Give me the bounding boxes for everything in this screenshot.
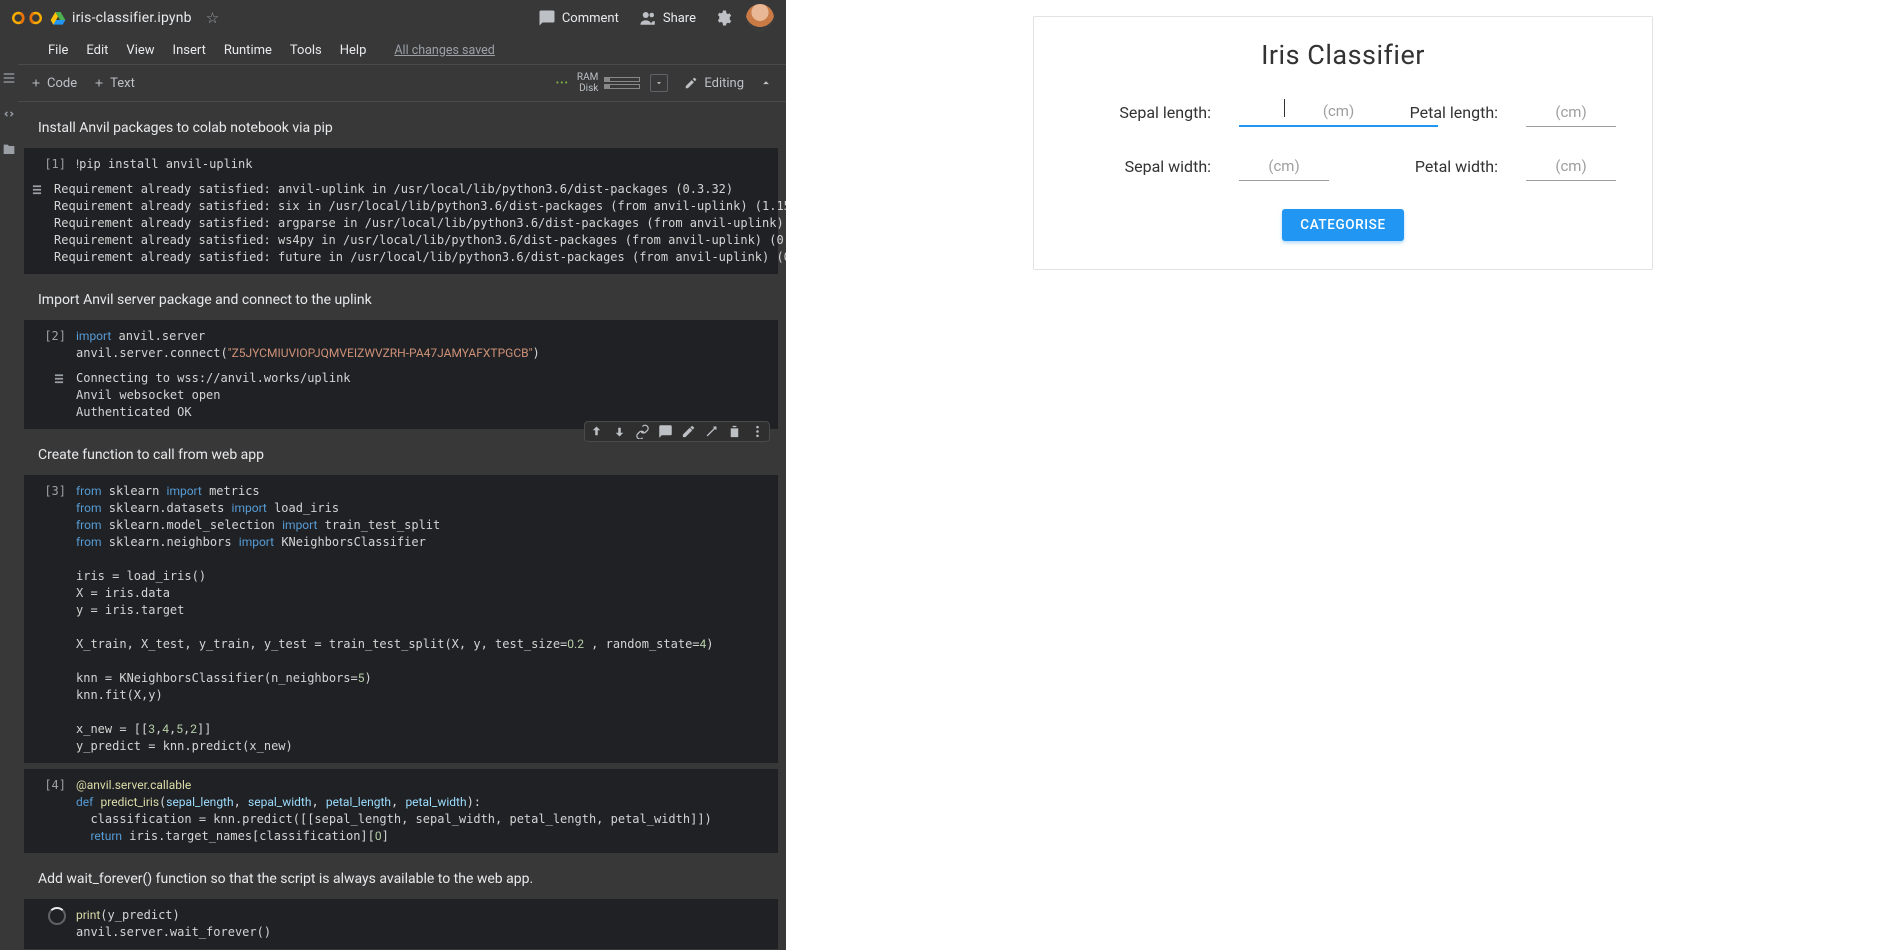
move-down-icon[interactable] xyxy=(612,424,627,439)
form-grid: Sepal length: Petal length: Sepal width:… xyxy=(1070,97,1616,181)
delete-icon[interactable] xyxy=(727,424,742,439)
menu-insert[interactable]: Insert xyxy=(165,39,214,62)
star-icon[interactable]: ☆ xyxy=(206,9,219,27)
code-cell-5[interactable]: print(y_predict) anvil.server.wait_forev… xyxy=(24,899,778,949)
categorise-button[interactable]: CATEGORISE xyxy=(1282,209,1403,241)
code-content[interactable]: import anvil.server anvil.server.connect… xyxy=(76,328,768,362)
add-code-button[interactable]: Code xyxy=(30,76,77,91)
code-content[interactable]: !pip install anvil-uplink xyxy=(76,156,768,173)
cell-prompt: [3] xyxy=(30,483,76,755)
cell-output: Requirement already satisfied: anvil-upl… xyxy=(54,181,786,266)
menu-edit[interactable]: Edit xyxy=(78,39,116,62)
editing-mode[interactable]: Editing xyxy=(684,76,744,91)
notebook-body[interactable]: Install Anvil packages to colab notebook… xyxy=(0,102,786,950)
cell-toolbar xyxy=(584,421,770,442)
code-cell-3[interactable]: [3]from sklearn import metrics from skle… xyxy=(24,475,778,763)
cell-prompt: [1] xyxy=(30,156,76,173)
plus-icon xyxy=(93,77,105,89)
comment-icon[interactable] xyxy=(658,424,673,439)
files-icon[interactable] xyxy=(1,142,17,158)
code-cell-1[interactable]: [1]!pip install anvil-uplink Requirement… xyxy=(24,148,778,274)
menu-file[interactable]: File xyxy=(40,39,76,62)
sepal-width-label: Sepal width: xyxy=(1070,157,1211,176)
text-cell[interactable]: Add wait_forever() function so that the … xyxy=(24,859,778,899)
petal-width-input[interactable] xyxy=(1526,151,1616,181)
chevron-up-icon xyxy=(759,76,773,90)
plus-icon xyxy=(30,77,42,89)
pencil-icon xyxy=(684,76,698,90)
code-cell-4[interactable]: [4]@anvil.server.callable def predict_ir… xyxy=(24,769,778,853)
text-cell[interactable]: Install Anvil packages to colab notebook… xyxy=(24,108,778,148)
cell-running-indicator[interactable] xyxy=(30,907,76,941)
code-content[interactable]: from sklearn import metrics from sklearn… xyxy=(76,483,768,755)
resource-indicator[interactable]: ••• RAMDisk xyxy=(556,72,669,94)
gear-icon[interactable] xyxy=(714,9,732,27)
caret-down-icon xyxy=(654,78,664,88)
menu-view[interactable]: View xyxy=(118,39,162,62)
save-status: All changes saved xyxy=(386,39,502,62)
left-rail xyxy=(0,64,18,950)
toc-icon[interactable] xyxy=(1,70,17,86)
people-icon xyxy=(639,9,657,27)
colab-logo xyxy=(12,8,42,28)
collapse-button[interactable] xyxy=(756,73,776,93)
petal-width-label: Petal width: xyxy=(1357,157,1498,176)
output-icon[interactable] xyxy=(30,183,44,197)
code-content[interactable]: @anvil.server.callable def predict_iris(… xyxy=(76,777,768,845)
cell-prompt: [2] xyxy=(30,328,76,362)
resource-bars xyxy=(604,77,640,89)
notebook-filename[interactable]: iris-classifier.ipynb xyxy=(72,10,192,26)
sepal-width-input[interactable] xyxy=(1239,151,1329,181)
sepal-length-label: Sepal length: xyxy=(1070,103,1211,122)
spinner-icon xyxy=(48,907,66,925)
share-button[interactable]: Share xyxy=(639,9,696,27)
comment-button[interactable]: Comment xyxy=(538,9,619,27)
colab-pane: iris-classifier.ipynb ☆ Comment Share Fi… xyxy=(0,0,786,950)
cell-prompt: [4] xyxy=(30,777,76,845)
petal-length-input[interactable] xyxy=(1526,97,1616,127)
menu-tools[interactable]: Tools xyxy=(282,39,330,62)
resource-dropdown[interactable] xyxy=(650,74,668,92)
menu-runtime[interactable]: Runtime xyxy=(216,39,280,62)
output-icon[interactable] xyxy=(52,372,66,386)
menu-help[interactable]: Help xyxy=(332,39,375,62)
status-dots-icon: ••• xyxy=(556,78,569,89)
avatar[interactable] xyxy=(746,4,774,32)
sepal-length-input[interactable] xyxy=(1239,97,1438,127)
toolbar: Code Text ••• RAMDisk Editing xyxy=(0,64,786,102)
add-text-button[interactable]: Text xyxy=(93,76,135,91)
link-icon[interactable] xyxy=(635,424,650,439)
menu-bar: File Edit View Insert Runtime Tools Help… xyxy=(0,36,786,64)
move-up-icon[interactable] xyxy=(589,424,604,439)
cell-output: Connecting to wss://anvil.works/uplink A… xyxy=(76,370,768,421)
app-title: Iris Classifier xyxy=(1070,39,1616,71)
drive-icon xyxy=(50,10,66,26)
app-pane: Iris Classifier Sepal length: Petal leng… xyxy=(786,0,1900,950)
colab-header: iris-classifier.ipynb ☆ Comment Share xyxy=(0,0,786,36)
code-snippets-icon[interactable] xyxy=(1,106,17,122)
app-card: Iris Classifier Sepal length: Petal leng… xyxy=(1033,16,1653,270)
mirror-icon[interactable] xyxy=(704,424,719,439)
text-cell[interactable]: Create function to call from web app xyxy=(24,435,778,475)
text-cell[interactable]: Import Anvil server package and connect … xyxy=(24,280,778,320)
more-icon[interactable] xyxy=(750,424,765,439)
code-content[interactable]: print(y_predict) anvil.server.wait_forev… xyxy=(76,907,768,941)
code-cell-2[interactable]: [2]import anvil.server anvil.server.conn… xyxy=(24,320,778,429)
comment-icon xyxy=(538,9,556,27)
edit-icon[interactable] xyxy=(681,424,696,439)
